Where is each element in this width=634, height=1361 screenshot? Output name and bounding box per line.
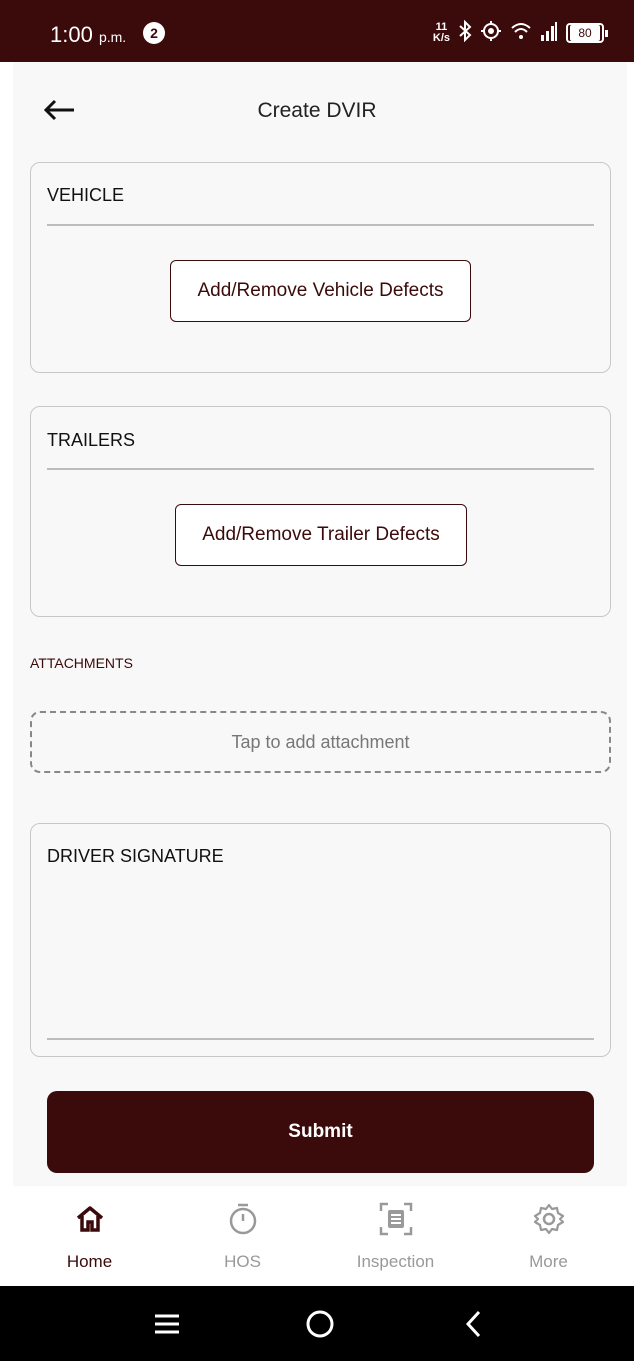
menu-icon <box>155 1314 179 1334</box>
trailers-card: TRAILERS Add/Remove Trailer Defects <box>30 406 611 617</box>
bluetooth-icon <box>458 19 472 47</box>
nav-item-home[interactable]: Home <box>13 1186 166 1286</box>
nav-label-home: Home <box>66 1252 113 1271</box>
driver-signature-label: DRIVER SIGNATURE <box>47 846 224 866</box>
attachments-label: ATTACHMENTS <box>30 655 133 671</box>
home-system-button[interactable] <box>300 1306 340 1342</box>
recent-apps-button[interactable] <box>147 1306 187 1342</box>
timer-icon <box>229 1203 256 1235</box>
trailers-divider <box>47 468 594 470</box>
add-remove-trailer-defects-button[interactable]: Add/Remove Trailer Defects <box>175 504 467 566</box>
vehicle-divider <box>47 224 594 226</box>
signature-line <box>47 1038 594 1040</box>
location-icon <box>480 20 502 47</box>
status-time: 1:00 p.m. <box>50 22 126 48</box>
vehicle-section-label: VEHICLE <box>47 185 125 205</box>
home-icon <box>76 1206 103 1232</box>
nav-label-inspection: Inspection <box>356 1252 435 1271</box>
add-remove-vehicle-defects-button[interactable]: Add/Remove Vehicle Defects <box>170 260 471 322</box>
network-speed: 11 K/s <box>433 22 450 44</box>
submit-button[interactable]: Submit <box>47 1091 594 1173</box>
trailers-section-label: TRAILERS <box>47 430 136 450</box>
nav-item-more[interactable]: More <box>472 1186 625 1286</box>
status-icons: 11 K/s 80 <box>433 18 608 48</box>
bottom-navigation: Home HOS Inspection More <box>13 1186 627 1286</box>
nav-item-inspection[interactable]: Inspection <box>319 1186 472 1286</box>
gear-icon <box>533 1203 564 1235</box>
driver-signature-card[interactable]: DRIVER SIGNATURE <box>30 823 611 1057</box>
system-back-button[interactable] <box>454 1306 494 1342</box>
circle-home-icon <box>306 1310 334 1338</box>
wifi-icon <box>510 21 532 46</box>
status-bar: 1:00 p.m. 2 11 K/s 80 <box>0 0 634 62</box>
nav-label-more: More <box>529 1252 568 1271</box>
network-speed-unit: K/s <box>432 32 450 44</box>
system-navigation-bar <box>0 1286 634 1361</box>
inspection-icon <box>379 1202 412 1236</box>
signal-icon <box>540 20 558 47</box>
add-attachment-area[interactable]: Tap to add attachment <box>30 711 611 773</box>
nav-item-hos[interactable]: HOS <box>166 1186 319 1286</box>
vehicle-card: VEHICLE Add/Remove Vehicle Defects <box>30 162 611 373</box>
chevron-left-icon <box>465 1310 481 1338</box>
battery-level: 80 <box>570 25 600 41</box>
status-time-value: 1:00 <box>50 22 93 47</box>
page-title: Create DVIR <box>257 99 377 122</box>
nav-label-hos: HOS <box>224 1252 261 1271</box>
notification-badge: 2 <box>143 22 165 44</box>
status-time-suffix: p.m. <box>98 29 127 45</box>
battery-indicator: 80 <box>566 23 608 43</box>
